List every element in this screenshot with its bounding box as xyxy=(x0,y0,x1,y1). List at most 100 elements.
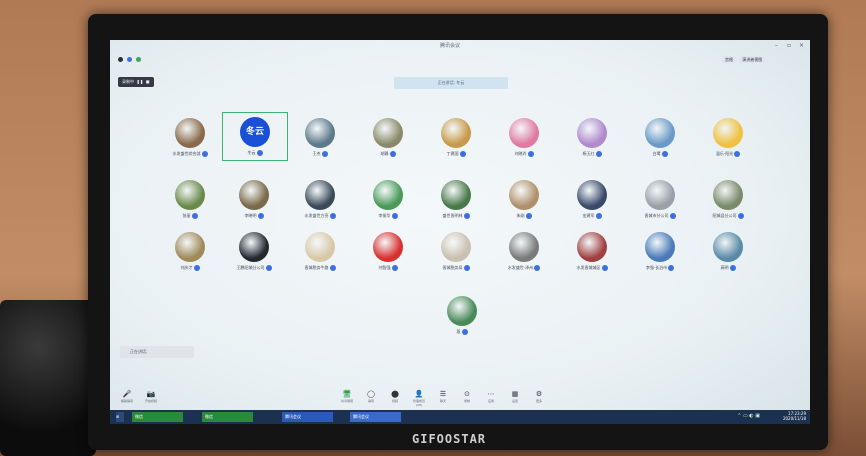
participant-tile[interactable]: 杨玉红 xyxy=(560,118,624,157)
participant-tile[interactable]: 张丽 xyxy=(158,180,222,219)
participant-tile[interactable]: 朱刚 xyxy=(492,180,556,219)
participant-tile[interactable]: 段 xyxy=(430,296,494,335)
role-badge-icon xyxy=(534,265,541,271)
participant-tile[interactable]: 盛世晋明林 xyxy=(424,180,488,219)
role-badge-icon xyxy=(193,265,200,271)
toolbar-button[interactable]: ⋯ 应用 xyxy=(482,390,500,403)
participant-tile[interactable]: 水发盛世综合部 xyxy=(158,118,222,157)
participant-name-row: 晋城市分公司 xyxy=(628,213,692,219)
participant-name: 白鹭 xyxy=(652,151,661,156)
close-button[interactable]: × xyxy=(799,42,804,49)
participant-name: 朱刚 xyxy=(516,213,525,218)
taskbar-app-meeting-2[interactable]: 腾讯会议 xyxy=(350,412,401,422)
participant-name-row: 刘智强 xyxy=(356,265,420,271)
participant-name-row: 水发晋城城区 xyxy=(560,265,624,271)
toolbar-icon: ▦ xyxy=(511,390,519,398)
layout-button[interactable]: 宫格 xyxy=(722,56,736,63)
participant-name: 李强·长治市 xyxy=(645,265,668,270)
participant-avatar xyxy=(175,180,205,210)
participant-tile[interactable]: 李强·长治市 xyxy=(628,232,692,271)
toolbar-label: 录制 xyxy=(463,399,470,403)
participant-tile[interactable]: 丁建国 xyxy=(424,118,488,157)
role-badge-icon xyxy=(257,213,264,219)
signal-icon[interactable] xyxy=(135,57,141,62)
participant-tile[interactable]: 刘晓玲 xyxy=(492,118,556,157)
info-icon[interactable] xyxy=(118,57,123,62)
toolbar-button[interactable]: ⊙ 录制 xyxy=(458,390,476,403)
role-badge-icon xyxy=(595,213,602,219)
participant-name: 刘晓玲 xyxy=(514,151,527,156)
participant-tile[interactable]: 晋城税务局 xyxy=(424,232,488,271)
maximize-button[interactable]: ▫ xyxy=(787,42,791,49)
participant-tile[interactable]: 李晓明 xyxy=(222,180,286,219)
toolbar-label: 设置 xyxy=(511,399,518,403)
participant-name: 盛世晋明林 xyxy=(442,213,463,218)
participant-tile[interactable]: 阳城县分公司 xyxy=(696,180,760,219)
participant-name-row: 水发盛世方亮 xyxy=(288,213,352,219)
mute-button[interactable]: 🎤 解除静音 xyxy=(118,390,136,403)
role-badge-icon xyxy=(391,265,398,271)
participant-tile[interactable]: 冬云 冬云 xyxy=(222,112,288,161)
pause-recording-button[interactable]: ❚❚ xyxy=(137,79,144,84)
participant-tile[interactable]: 水发盛世方亮 xyxy=(288,180,352,219)
minimize-button[interactable]: – xyxy=(775,42,778,49)
role-badge-icon xyxy=(463,213,470,219)
participant-avatar xyxy=(373,118,403,148)
participant-name-row: 张丽 xyxy=(158,213,222,219)
toolbar-button[interactable]: ▦ 设置 xyxy=(506,390,524,403)
toolbar-icon: ◯ xyxy=(367,390,375,398)
toolbar-button[interactable]: 🖥 共享屏幕 xyxy=(338,390,356,403)
participant-tile[interactable]: 王鹏阳城分公司 xyxy=(222,232,286,271)
participant-avatar xyxy=(175,118,205,148)
participant-name: 段 xyxy=(456,329,461,334)
taskbar-app-wechat-1[interactable]: 微信 xyxy=(132,412,183,422)
participant-tile[interactable]: 胡静 xyxy=(356,118,420,157)
toolbar-button[interactable]: ⚙ 更多 xyxy=(530,390,548,403)
toolbar-label: 更多 xyxy=(535,399,542,403)
role-badge-icon xyxy=(595,151,602,157)
participant-name: 王杰 xyxy=(312,151,321,156)
participant-avatar xyxy=(175,232,205,262)
shield-icon[interactable] xyxy=(126,57,132,62)
participant-name: 水发盛世综合部 xyxy=(172,151,201,156)
toolbar-button[interactable]: 👤 管理成员(28) xyxy=(410,390,428,407)
speaker-view-button[interactable]: 演讲者视图 xyxy=(739,56,766,63)
participant-avatar xyxy=(305,232,335,262)
participant-name: 李振华 xyxy=(378,213,391,218)
participant-tile[interactable]: 王杰 xyxy=(288,118,352,157)
participant-tile[interactable]: 晋城市分公司 xyxy=(628,180,692,219)
participant-tile[interactable]: 水发盛世·泽州 xyxy=(492,232,556,271)
participant-tile[interactable]: 李振华 xyxy=(356,180,420,219)
toolbar-button[interactable]: ⬤ 视频 xyxy=(386,390,404,403)
participant-name-row: 杨玉红 xyxy=(560,151,624,157)
role-badge-icon xyxy=(601,265,608,271)
system-tray[interactable]: ⌃ ▭ ◐ ▣ xyxy=(737,413,760,419)
video-button[interactable]: 📷 开启视频 xyxy=(142,390,160,403)
stop-recording-button[interactable]: ■ xyxy=(146,79,150,84)
clock-date: 2020/11/18 xyxy=(782,416,806,421)
taskbar-clock[interactable]: 17:23:29 2020/11/18 xyxy=(783,411,806,421)
toolbar-button[interactable]: ◯ 静音 xyxy=(362,390,380,403)
participant-tile[interactable]: 金建军 xyxy=(560,180,624,219)
participant-name: 王鹏阳城分公司 xyxy=(236,265,265,270)
participant-tile[interactable]: 温乐·阳光 xyxy=(696,118,760,157)
desk-speaker xyxy=(0,300,96,456)
participant-tile[interactable]: 高明 xyxy=(696,232,760,271)
participant-name: 胡静 xyxy=(380,151,389,156)
role-badge-icon xyxy=(321,151,328,157)
role-badge-icon xyxy=(737,213,744,219)
speaking-indicator[interactable]: 正在讲话: xyxy=(120,346,194,358)
participant-tile[interactable]: 刘智强 xyxy=(356,232,420,271)
start-icon[interactable]: ⊞ xyxy=(116,412,124,422)
participant-tile[interactable]: 晋城税务牛路 xyxy=(288,232,352,271)
taskbar-app-meeting-1[interactable]: 腾讯会议 xyxy=(282,412,333,422)
participant-name: 水发盛世方亮 xyxy=(304,213,329,218)
taskbar-app-wechat-2[interactable]: 微信 xyxy=(202,412,253,422)
participant-tile[interactable]: 白鹭 xyxy=(628,118,692,157)
toolbar-button[interactable]: ☰ 聊天 xyxy=(434,390,452,403)
participant-tile[interactable]: 刘庆才 xyxy=(158,232,222,271)
participant-tile[interactable]: 水发晋城城区 xyxy=(560,232,624,271)
role-badge-icon xyxy=(729,265,736,271)
toolbar-icon: 👤 xyxy=(414,390,424,398)
role-badge-icon xyxy=(461,329,468,335)
